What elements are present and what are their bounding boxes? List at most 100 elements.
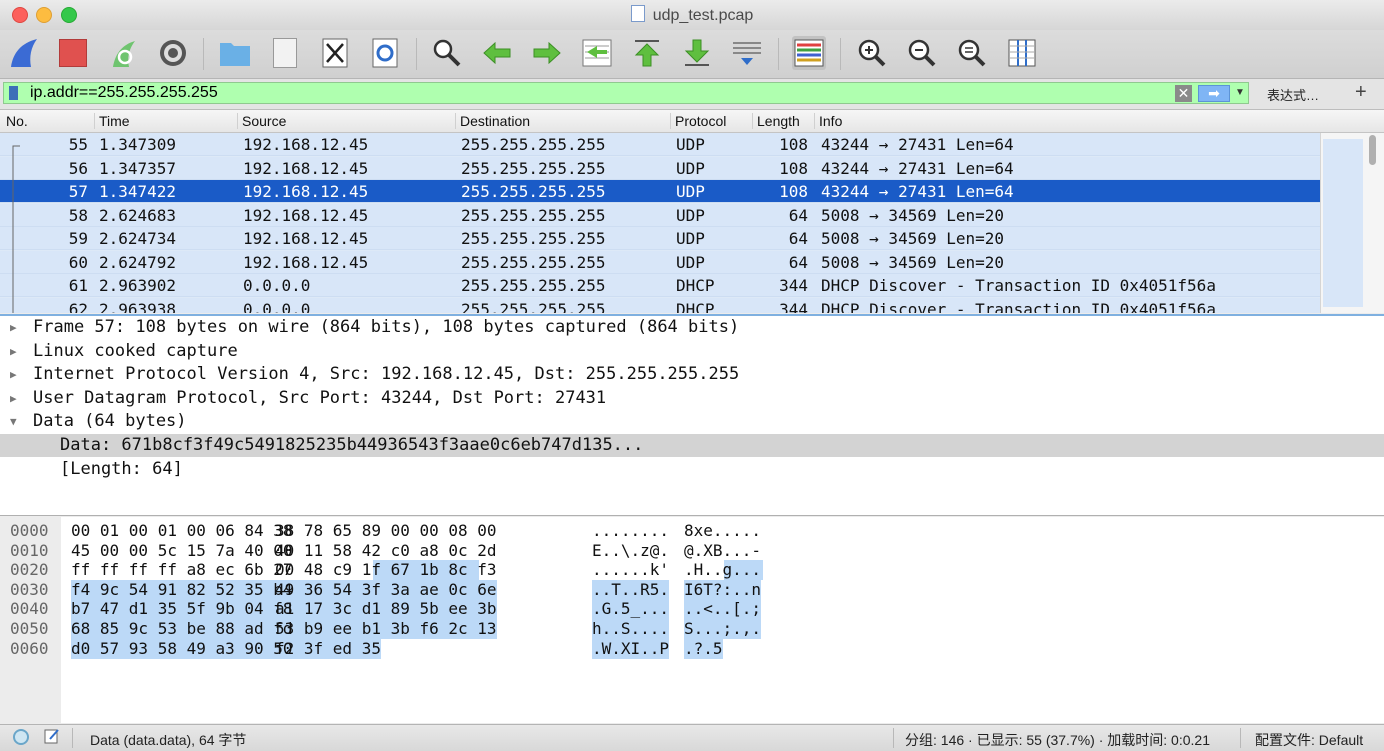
column-header-source[interactable]: Source	[237, 113, 286, 129]
packet-list-header: No. Time Source Destination Protocol Len…	[0, 110, 1384, 133]
hex-row[interactable]: 68 85 9c 53 be 88 ad fd68 85 9c 53 be 88…	[0, 619, 1384, 639]
zoom-in-icon[interactable]	[855, 36, 889, 70]
ascii-bytes[interactable]: 8xe.....	[684, 521, 761, 541]
detail-tree-item[interactable]: ▶ Linux cooked capture	[0, 340, 1384, 363]
display-filter-input[interactable]	[30, 84, 1130, 102]
go-to-packet-icon[interactable]	[580, 36, 614, 70]
collapsed-arrow-icon[interactable]: ▶	[10, 316, 17, 339]
ascii-bytes[interactable]: ..<..[.;	[684, 599, 761, 619]
packet-row[interactable]: 57 1.347422 192.168.12.45 255.255.255.255 UD…	[0, 180, 1320, 203]
hex-bytes[interactable]: 45 00 00 5c 15 7a 40 00	[71, 541, 293, 561]
collapsed-arrow-icon[interactable]: ▶	[10, 363, 17, 386]
last-packet-icon[interactable]	[680, 36, 714, 70]
first-packet-icon[interactable]	[630, 36, 664, 70]
ascii-bytes[interactable]: .G.5_...	[592, 599, 669, 619]
column-header-length[interactable]: Length	[752, 113, 800, 129]
detail-tree-item[interactable]: ▼ Data (64 bytes)	[0, 410, 1384, 433]
collapsed-arrow-icon[interactable]: ▶	[10, 340, 17, 363]
zoom-normal-icon[interactable]	[955, 36, 989, 70]
go-forward-icon[interactable]	[530, 36, 564, 70]
shark-fin-start-icon[interactable]	[6, 36, 40, 70]
packet-row[interactable]: 62 2.963938 0.0.0.0 255.255.255.255 DHCP 344 D…	[0, 297, 1320, 314]
expression-button[interactable]: 表达式…	[1267, 85, 1319, 104]
packet-row[interactable]: 58 2.624683 192.168.12.45 255.255.255.255 UD…	[0, 203, 1320, 227]
detail-tree-item[interactable]: ▶ User Datagram Protocol, Src Port: 43244…	[0, 387, 1384, 410]
hex-bytes[interactable]: 49 36 54 3f 3a ae 0c 6e	[275, 580, 497, 600]
expert-info-icon[interactable]	[13, 729, 29, 745]
column-header-destination[interactable]: Destination	[455, 113, 530, 129]
hex-bytes[interactable]: 38 78 65 89 00 00 08 00	[275, 521, 497, 541]
hex-bytes[interactable]: 68 85 9c 53 be 88 ad fd	[71, 619, 293, 639]
expanded-arrow-icon[interactable]: ▼	[10, 410, 17, 433]
packet-row[interactable]: 59 2.624734 192.168.12.45 255.255.255.255 UD…	[0, 227, 1320, 250]
ascii-bytes[interactable]: ......k'	[592, 560, 669, 580]
column-header-no[interactable]: No.	[2, 113, 28, 129]
detail-tree-item[interactable]: ▶ Internet Protocol Version 4, Src: 192.1…	[0, 363, 1384, 386]
detail-text: Data (64 bytes)	[33, 411, 187, 432]
packet-list-scrollbar[interactable]	[1320, 133, 1384, 313]
zoom-out-icon[interactable]	[905, 36, 939, 70]
packet-row[interactable]: 61 2.963902 0.0.0.0 255.255.255.255 DHCP 344 D…	[0, 274, 1320, 297]
open-folder-icon[interactable]	[218, 36, 252, 70]
add-filter-button[interactable]: +	[1355, 81, 1367, 104]
restart-icon[interactable]	[106, 36, 140, 70]
hex-bytes[interactable]: a1 17 3c d1 89 5b ee 3b	[275, 599, 497, 619]
hex-bytes[interactable]: f4 9c 54 91 82 52 35 b4	[71, 580, 293, 600]
ascii-bytes[interactable]: .?.5	[684, 639, 723, 659]
close-file-icon[interactable]	[318, 36, 352, 70]
options-gear-icon[interactable]	[156, 36, 190, 70]
hex-row[interactable]: f4 9c 54 91 82 52 35 b4f4 9c 54 91 82 52…	[0, 579, 1384, 600]
packet-row[interactable]: 55 1.347309 192.168.12.45 255.255.255.255 UD…	[0, 133, 1320, 156]
packet-list-minimap[interactable]	[1323, 139, 1363, 307]
packet-bytes-pane: 0000 00 01 00 01 00 06 84 38 38 78 65 89 0…	[0, 517, 1384, 723]
column-header-protocol[interactable]: Protocol	[670, 113, 726, 129]
filter-bookmark-icon[interactable]	[9, 86, 18, 100]
packet-row[interactable]: 56 1.347357 192.168.12.45 255.255.255.255 UD…	[0, 156, 1320, 180]
hex-bytes[interactable]: ff ff ff ff a8 ec 6b 27	[71, 560, 293, 580]
packet-row[interactable]: 60 2.624792 192.168.12.45 255.255.255.255 UD…	[0, 250, 1320, 274]
colorize-icon[interactable]	[792, 36, 826, 70]
hex-bytes[interactable]: d0 57 93 58 49 a3 90 50	[71, 639, 293, 659]
find-icon[interactable]	[430, 36, 464, 70]
cell-length: 344	[779, 299, 808, 314]
stop-icon[interactable]	[56, 36, 90, 70]
detail-tree-subitem[interactable]: Data: 671b8cf3f49c5491825235b44936543f3a…	[0, 434, 1384, 457]
profile-status[interactable]: 配置文件: Default	[1255, 730, 1363, 750]
resize-columns-icon[interactable]	[1005, 36, 1039, 70]
hex-bytes[interactable]: f2 3f ed 35	[275, 639, 381, 659]
scroll-thumb[interactable]	[1369, 135, 1376, 165]
hex-row[interactable]: 45 00 00 5c 15 7a 40 00 40 11 58 42 c0 a8…	[0, 541, 1384, 561]
collapsed-arrow-icon[interactable]: ▶	[10, 387, 17, 410]
ascii-bytes[interactable]: .H..g...	[684, 560, 761, 580]
hex-bytes[interactable]: 00 48 c9 1f 67 1b 8c f3	[275, 560, 497, 580]
detail-tree-item[interactable]: ▶ Frame 57: 108 bytes on wire (864 bits),…	[0, 316, 1384, 339]
hex-bytes[interactable]: 00 01 00 01 00 06 84 38	[71, 521, 293, 541]
hex-row[interactable]: b7 47 d1 35 5f 9b 04 f8b7 47 d1 35 5f 9b…	[0, 599, 1384, 620]
filter-history-dropdown-icon[interactable]: ▼	[1235, 87, 1245, 98]
clear-filter-icon[interactable]: ✕	[1175, 85, 1192, 102]
save-file-icon[interactable]	[268, 36, 302, 70]
detail-tree-subitem[interactable]: [Length: 64]	[0, 458, 1384, 481]
hex-row[interactable]: d0 57 93 58 49 a3 90 50d0 57 93 58 49 a3…	[0, 638, 1384, 659]
reload-icon[interactable]	[368, 36, 402, 70]
hex-row[interactable]: ff ff ff ff a8 ec 6b 27 00 48 c9 1f 67 1b…	[0, 560, 1384, 581]
cell-length: 344	[779, 276, 808, 295]
capture-comment-icon[interactable]	[44, 728, 60, 744]
apply-filter-button[interactable]: ➡	[1198, 85, 1230, 102]
ascii-bytes[interactable]: E..\.z@.	[592, 541, 669, 561]
autoscroll-icon[interactable]	[730, 36, 764, 70]
ascii-bytes[interactable]: I6T?:..n	[684, 580, 761, 600]
hex-bytes[interactable]: 40 11 58 42 c0 a8 0c 2d	[275, 541, 497, 561]
column-header-info[interactable]: Info	[814, 113, 842, 129]
hex-bytes[interactable]: b7 47 d1 35 5f 9b 04 f8	[71, 599, 293, 619]
column-header-time[interactable]: Time	[94, 113, 130, 129]
ascii-bytes[interactable]: @.XB...-	[684, 541, 761, 561]
ascii-bytes[interactable]: .W.XI..P	[592, 639, 669, 659]
hex-bytes[interactable]: 53 b9 ee b1 3b f6 2c 13	[275, 619, 497, 639]
ascii-bytes[interactable]: ........	[592, 521, 669, 541]
ascii-bytes[interactable]: S...;.,.	[684, 619, 761, 639]
go-back-icon[interactable]	[480, 36, 514, 70]
hex-row[interactable]: 00 01 00 01 00 06 84 38 38 78 65 89 00 00…	[0, 521, 1384, 541]
ascii-bytes[interactable]: h..S....	[592, 619, 669, 639]
ascii-bytes[interactable]: ..T..R5.	[592, 580, 669, 600]
